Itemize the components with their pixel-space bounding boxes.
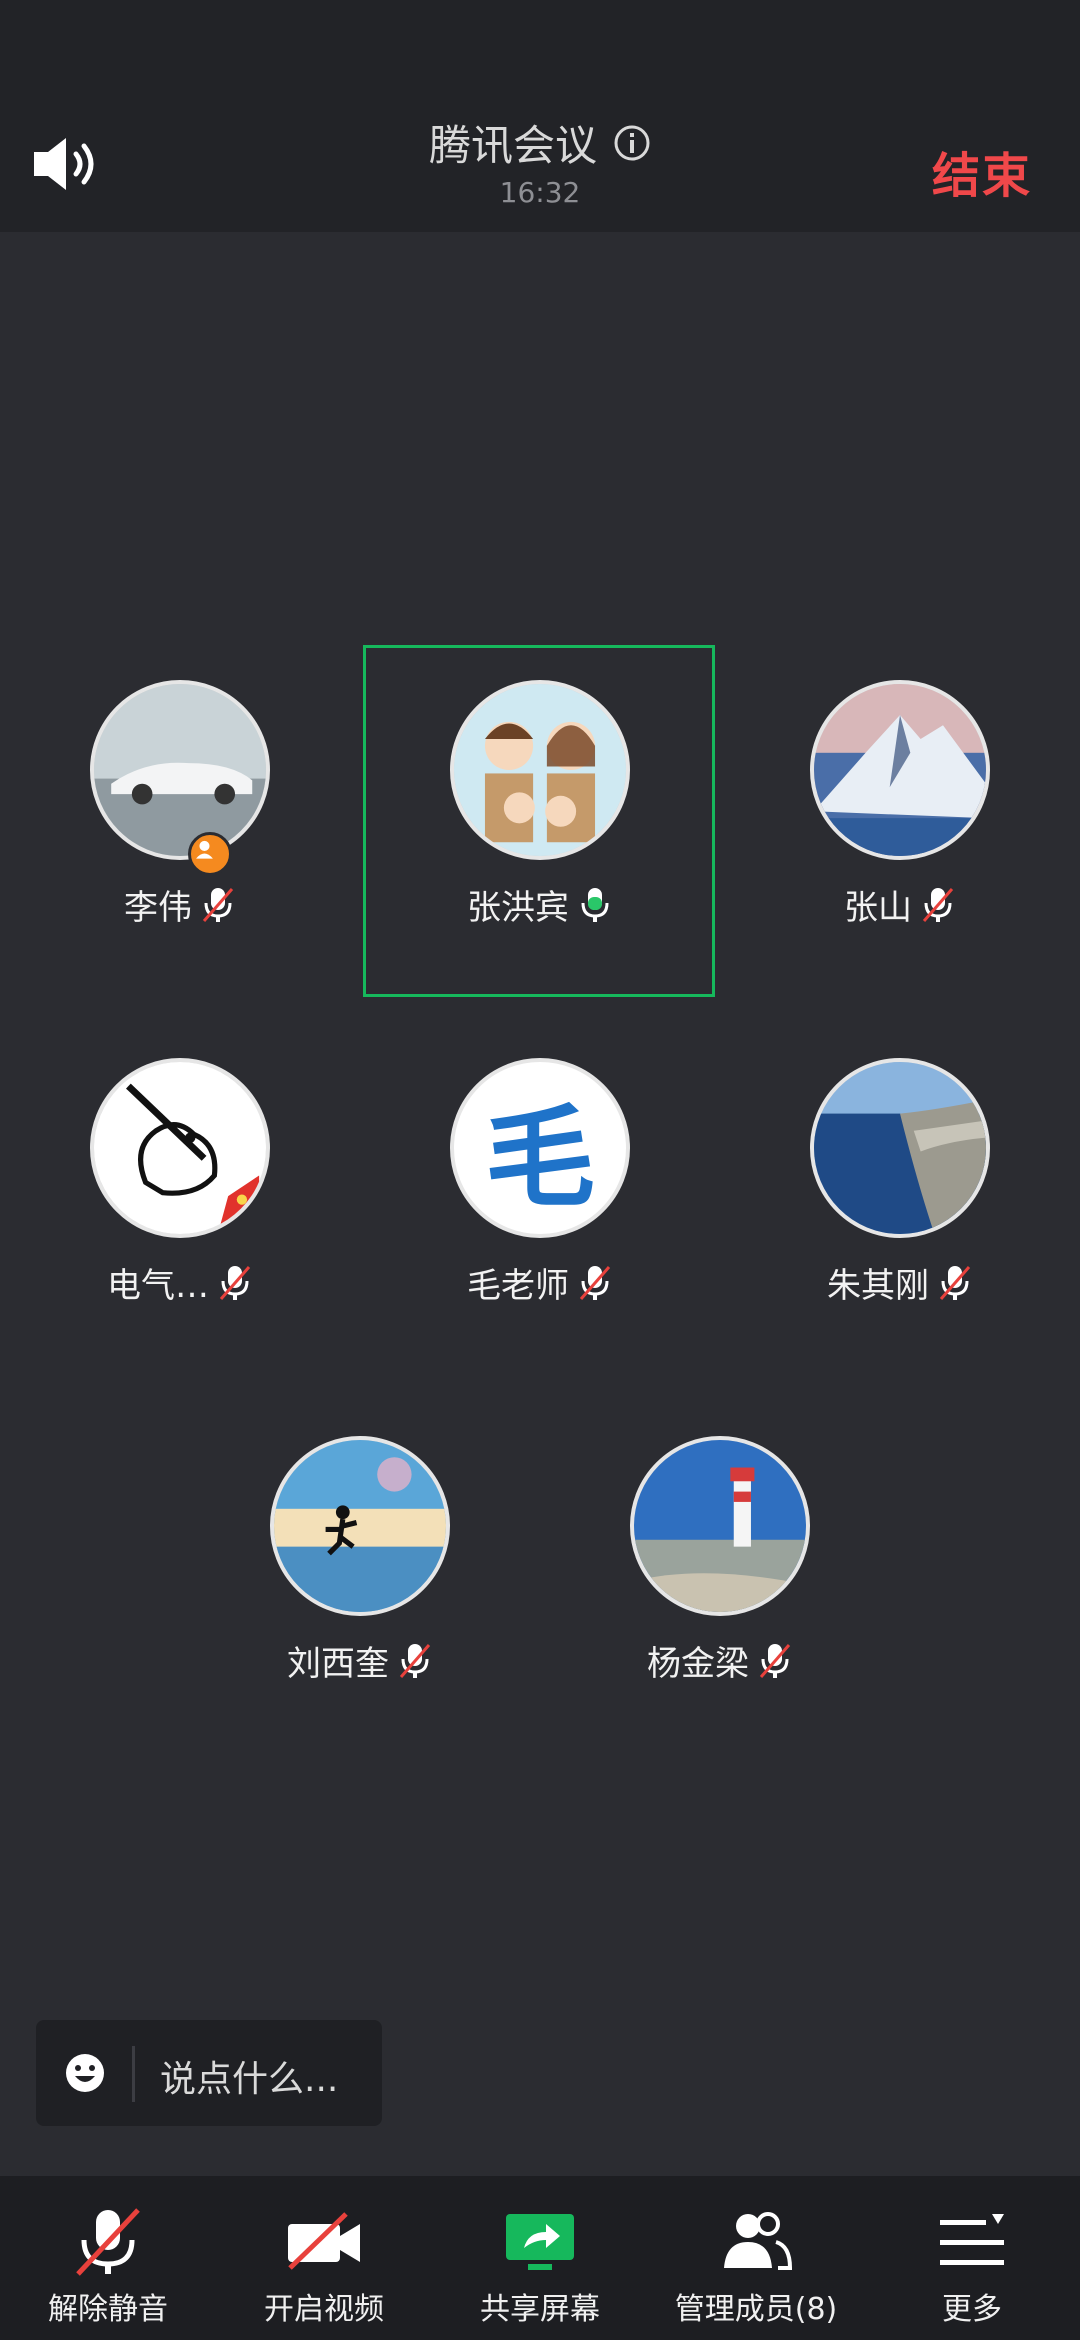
video-off-icon [288,2212,360,2270]
unmute-button[interactable]: 解除静音 [0,2176,216,2340]
participant-name: 电气… [107,1266,209,1306]
avatar: 毛 [450,1058,630,1238]
end-meeting-button[interactable]: 结束 [932,136,1032,206]
share-screen-label: 共享屏幕 [480,2292,600,2327]
meeting-title: 腾讯会议 [428,121,597,170]
info-icon[interactable] [613,124,651,162]
mic-muted-icon [579,1265,611,1300]
start-video-button[interactable]: 开启视频 [216,2176,432,2340]
participant-tile[interactable]: 毛 毛老师 [390,1018,690,1318]
avatar [450,680,630,860]
chat-input[interactable]: 说点什么... [36,2020,382,2126]
more-label: 更多 [942,2292,1002,2327]
mic-muted-icon [76,2208,140,2276]
emoji-icon[interactable] [64,2052,106,2094]
more-menu-icon [940,2214,1004,2265]
participant-name: 李伟 [124,888,192,928]
mic-muted-icon [219,1265,251,1300]
participant-tile[interactable]: 张山 [750,640,1050,940]
participant-tile[interactable]: 李伟 [30,640,330,940]
participant-name: 刘西奎 [287,1644,389,1684]
participant-tile[interactable]: 杨金梁 [570,1396,870,1696]
divider [132,2046,135,2102]
avatar [810,680,990,860]
participant-tile[interactable]: 电气… [30,1018,330,1318]
participant-name: 张洪宾 [467,888,569,928]
mic-muted-icon [202,887,234,922]
avatar [270,1436,450,1616]
avatar [90,1058,270,1238]
mic-speaking-icon [581,887,609,922]
mic-muted-icon [759,1643,791,1678]
manage-members-label: 管理成员(8) [674,2292,838,2327]
avatar [810,1058,990,1238]
members-icon [724,2212,793,2270]
avatar [630,1436,810,1616]
participant-name: 张山 [844,888,912,928]
mic-muted-icon [922,887,954,922]
manage-members-button[interactable]: 管理成员(8) [648,2176,864,2340]
participant-tile[interactable]: 刘西奎 [210,1396,510,1696]
mic-muted-icon [939,1265,971,1300]
chat-placeholder: 说点什么... [160,2059,339,2100]
participant-tile[interactable]: 朱其刚 [750,1018,1050,1318]
participant-name: 杨金梁 [647,1644,749,1684]
avatar-logo-text: 毛 [485,1094,595,1222]
participant-name: 毛老师 [467,1266,569,1306]
bottom-toolbar: 解除静音 开启视频 共享屏幕 管理成员(8) 更多 [0,2176,1080,2340]
avatar [90,680,270,860]
host-badge-icon [188,832,232,876]
more-button[interactable]: 更多 [864,2176,1080,2340]
meeting-header: 腾讯会议 16:32 结束 [0,0,1080,232]
share-screen-button[interactable]: 共享屏幕 [432,2176,648,2340]
start-video-label: 开启视频 [264,2292,384,2327]
unmute-label: 解除静音 [48,2292,168,2327]
meeting-time: 16:32 [499,176,581,209]
share-screen-icon [506,2214,574,2270]
participant-tile[interactable]: 张洪宾 [390,640,690,940]
participant-name: 朱其刚 [827,1266,929,1306]
mic-muted-icon [399,1643,431,1678]
